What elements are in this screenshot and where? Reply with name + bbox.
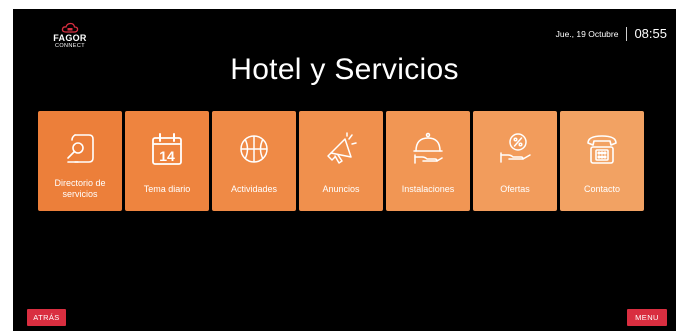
tile-instalaciones[interactable]: Instalaciones <box>386 111 470 211</box>
back-button[interactable]: ATRÁS <box>27 309 66 326</box>
time-label: 08:55 <box>634 26 667 41</box>
date-label: Jue., 19 Octubre <box>555 28 619 39</box>
calendar-day: 14 <box>159 148 175 164</box>
menu-button[interactable]: MENU <box>627 309 667 326</box>
tile-label: Contacto <box>583 183 621 194</box>
tile-directorio[interactable]: Directorio de servicios <box>38 111 122 211</box>
tile-tema-diario[interactable]: 14 Tema diario <box>125 111 209 211</box>
tile-label: Directorio de servicios <box>54 178 106 199</box>
directory-icon <box>67 134 94 163</box>
tile-label: Anuncios <box>322 183 360 194</box>
tile-anuncios[interactable]: Anuncios <box>299 111 383 211</box>
basketball-icon <box>240 135 268 163</box>
megaphone-icon <box>327 132 357 164</box>
tile-contacto[interactable]: Contacto <box>560 111 644 211</box>
clock-bar: Jue., 19 Octubre 08:55 <box>556 26 667 41</box>
tile-ofertas[interactable]: Ofertas <box>473 111 557 211</box>
logo-brand: FAGOR <box>53 33 87 43</box>
logo-subtitle: CONNECT <box>55 43 85 49</box>
clock-divider <box>626 26 628 41</box>
cloche-icon <box>413 132 443 164</box>
fagor-connect-logo: FAGOR CONNECT <box>50 22 90 49</box>
tile-actividades[interactable]: Actividades <box>212 111 296 211</box>
tile-label: Instalaciones <box>401 183 455 194</box>
offer-icon <box>500 133 531 163</box>
app-screen: FAGOR CONNECT Jue., 19 Octubre 08:55 Hot… <box>13 9 676 331</box>
services-tiles: Directorio de servicios 14 Tema diario A… <box>38 111 644 211</box>
tile-label: Actividades <box>230 183 278 194</box>
phone-icon <box>587 135 617 164</box>
page-title: Hotel y Servicios <box>230 53 459 86</box>
tile-label: Ofertas <box>500 183 530 194</box>
calendar-icon: 14 <box>152 133 182 165</box>
tile-label: Tema diario <box>143 183 191 194</box>
